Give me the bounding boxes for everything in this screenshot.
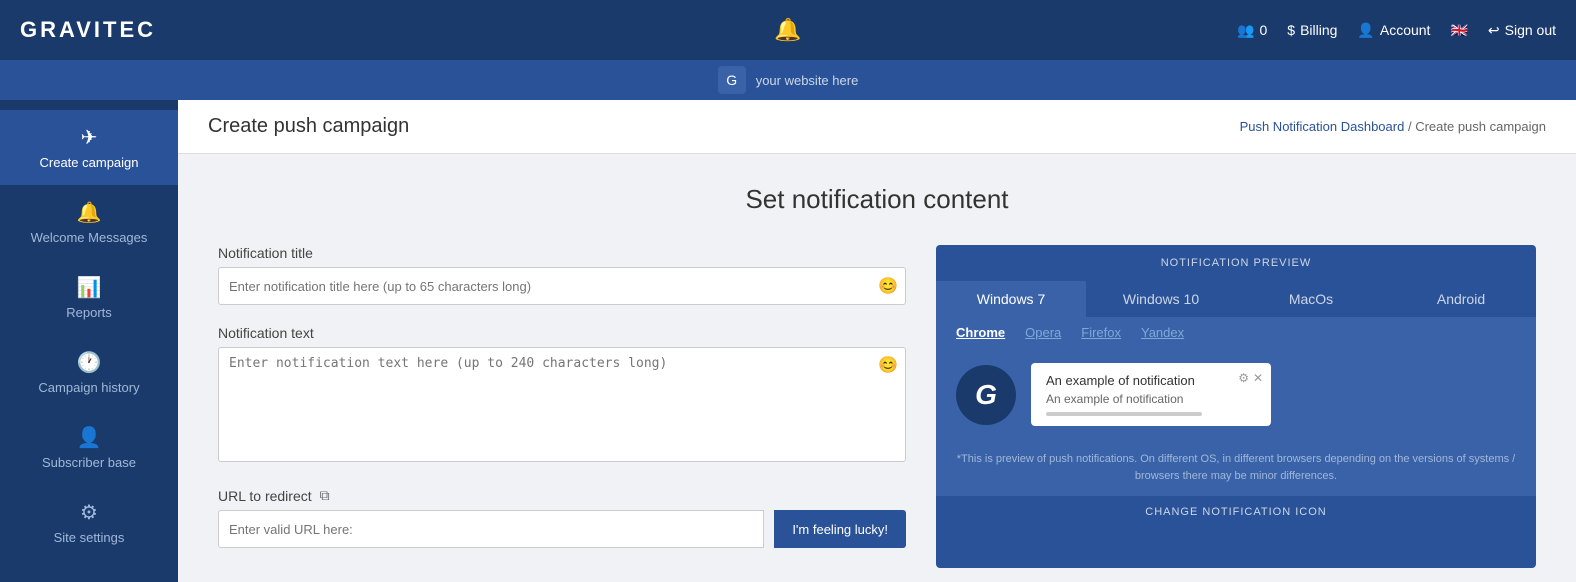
content-area: Set notification content Notification ti… (178, 154, 1576, 582)
site-name: your website here (756, 73, 859, 88)
tab-macos[interactable]: MacOs (1236, 281, 1386, 317)
notification-title-wrapper: 😊 (218, 267, 906, 305)
settings-icon: ⚙ (80, 500, 98, 525)
breadcrumb-bar: Create push campaign Push Notification D… (178, 100, 1576, 154)
sidebar-label-reports: Reports (66, 305, 112, 320)
sidebar-label-create-campaign: Create campaign (40, 155, 139, 170)
sidebar-item-create-campaign[interactable]: ✈ Create campaign (0, 110, 178, 185)
main-content: Create push campaign Push Notification D… (178, 100, 1576, 582)
sidebar-item-reports[interactable]: 📊 Reports (0, 260, 178, 335)
sidebar-item-welcome-messages[interactable]: 🔔 Welcome Messages (0, 185, 178, 260)
notification-title-input[interactable] (218, 267, 906, 305)
url-label-row: URL to redirect ⧉ (218, 487, 906, 504)
browser-tab-chrome[interactable]: Chrome (956, 325, 1005, 340)
browser-tab-yandex[interactable]: Yandex (1141, 325, 1184, 340)
sidebar-item-site-settings[interactable]: ⚙ Site settings (0, 485, 178, 560)
bell-icon: 🔔 (774, 17, 801, 42)
sidebar-label-campaign-history: Campaign history (38, 380, 139, 395)
history-icon: 🕐 (77, 350, 102, 375)
notifications-count: 0 (1259, 22, 1267, 38)
breadcrumb: Push Notification Dashboard / Create pus… (1240, 119, 1546, 134)
notification-text-input[interactable] (218, 347, 906, 462)
signout-icon: ↩ (1488, 22, 1500, 39)
form-left: Notification title 😊 Notification text 😊 (218, 245, 906, 568)
notification-text-label: Notification text (218, 325, 906, 341)
billing-link[interactable]: $ Billing (1287, 22, 1337, 38)
notification-title-group: Notification title 😊 (218, 245, 906, 305)
tab-windows7[interactable]: Windows 7 (936, 281, 1086, 317)
browser-tab-opera[interactable]: Opera (1025, 325, 1061, 340)
user-icon: 👤 (1357, 22, 1374, 39)
preview-os-tabs: Windows 7 Windows 10 MacOs Android (936, 281, 1536, 317)
sidebar-item-subscriber-base[interactable]: 👤 Subscriber base (0, 410, 178, 485)
preview-label: NOTIFICATION PREVIEW (936, 245, 1536, 281)
notification-preview-title: An example of notification (1046, 373, 1241, 388)
notification-text-group: Notification text 😊 (218, 325, 906, 467)
preview-browser-row: Chrome Opera Firefox Yandex (936, 317, 1536, 348)
send-icon: ✈ (81, 125, 98, 150)
sidebar-label-welcome-messages: Welcome Messages (31, 230, 148, 245)
lucky-button[interactable]: I'm feeling lucky! (774, 510, 906, 548)
preview-notification-area: G An example of notification An example … (936, 348, 1536, 441)
notification-close-icon[interactable]: ✕ (1253, 371, 1263, 385)
language-selector[interactable]: 🇬🇧 (1450, 22, 1467, 39)
preview-disclaimer: *This is preview of push notifications. … (936, 441, 1536, 496)
breadcrumb-current: Create push campaign (1415, 119, 1546, 134)
notification-box: An example of notification An example of… (1031, 363, 1271, 426)
title-emoji-button[interactable]: 😊 (878, 276, 898, 296)
top-navigation: GRAVITEC 🔔 👥 0 $ Billing 👤 Account 🇬🇧 ↩ … (0, 0, 1576, 60)
url-group: URL to redirect ⧉ I'm feeling lucky! (218, 487, 906, 548)
top-nav-right: 👥 0 $ Billing 👤 Account 🇬🇧 ↩ Sign out (1237, 22, 1556, 39)
notification-logo-letter: G (975, 379, 997, 411)
bell-sidebar-icon: 🔔 (77, 200, 102, 225)
change-icon-label: CHANGE NOTIFICATION ICON (936, 496, 1536, 528)
sidebar: ✈ Create campaign 🔔 Welcome Messages 📊 R… (0, 100, 178, 582)
subscribers-icon: 👤 (77, 425, 102, 450)
person-icon: 👥 (1237, 22, 1254, 39)
sidebar-item-campaign-history[interactable]: 🕐 Campaign history (0, 335, 178, 410)
account-label: Account (1380, 22, 1431, 38)
form-panel: Notification title 😊 Notification text 😊 (218, 245, 1536, 568)
notification-logo: G (956, 365, 1016, 425)
url-label: URL to redirect (218, 488, 312, 504)
browser-tab-firefox[interactable]: Firefox (1081, 325, 1121, 340)
site-icon: G (718, 66, 746, 94)
sidebar-label-subscriber-base: Subscriber base (42, 455, 136, 470)
breadcrumb-parent-link[interactable]: Push Notification Dashboard (1240, 119, 1405, 134)
signout-link[interactable]: ↩ Sign out (1488, 22, 1556, 39)
signout-label: Sign out (1505, 22, 1556, 38)
text-emoji-button[interactable]: 😊 (878, 355, 898, 375)
account-link[interactable]: 👤 Account (1357, 22, 1430, 39)
main-layout: ✈ Create campaign 🔔 Welcome Messages 📊 R… (0, 100, 1576, 582)
bell-notification-button[interactable]: 🔔 (774, 17, 801, 43)
copy-icon[interactable]: ⧉ (320, 487, 330, 504)
notification-preview-text: An example of notification (1046, 392, 1241, 406)
page-title: Create push campaign (208, 115, 409, 138)
tab-windows10[interactable]: Windows 10 (1086, 281, 1236, 317)
notification-progress-bar (1046, 412, 1202, 416)
notification-title-label: Notification title (218, 245, 906, 261)
billing-label: Billing (1300, 22, 1337, 38)
url-row: I'm feeling lucky! (218, 510, 906, 548)
url-input[interactable] (218, 510, 764, 548)
notification-gear-icon[interactable]: ⚙ (1238, 371, 1249, 385)
sidebar-label-site-settings: Site settings (54, 530, 125, 545)
notification-text-wrapper: 😊 (218, 347, 906, 467)
tab-android[interactable]: Android (1386, 281, 1536, 317)
brand-logo: GRAVITEC (20, 17, 156, 43)
notifications-count-link[interactable]: 👥 0 (1237, 22, 1267, 39)
dollar-icon: $ (1287, 22, 1295, 38)
section-title: Set notification content (218, 184, 1536, 215)
chart-icon: 📊 (77, 275, 102, 300)
preview-panel: NOTIFICATION PREVIEW Windows 7 Windows 1… (936, 245, 1536, 568)
flag-icon: 🇬🇧 (1450, 22, 1467, 39)
sub-navigation: G your website here (0, 60, 1576, 100)
